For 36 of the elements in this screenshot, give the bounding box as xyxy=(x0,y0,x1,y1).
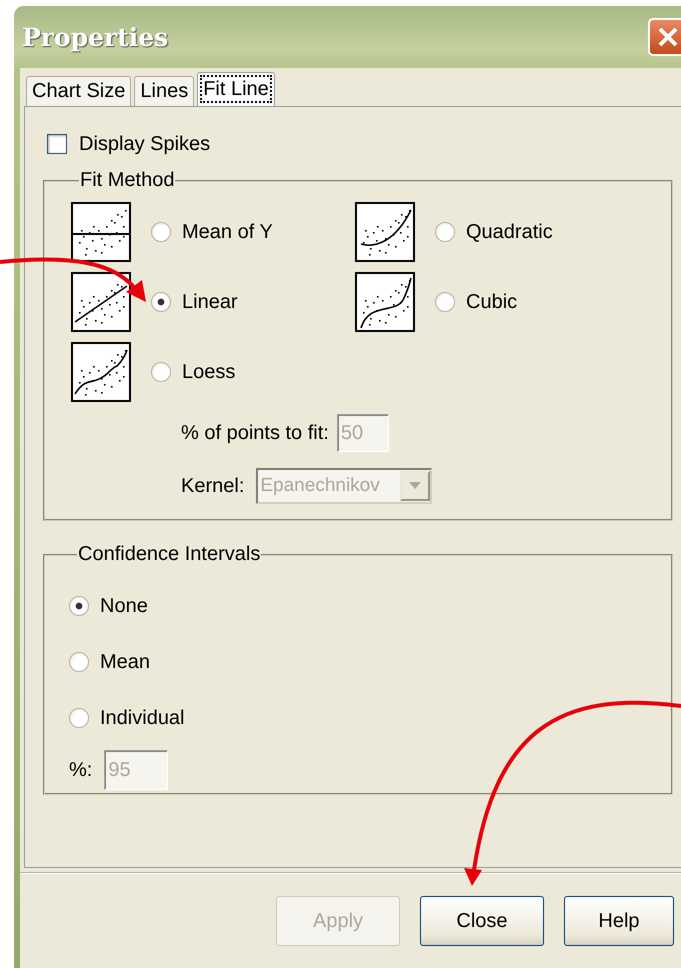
radio-button[interactable] xyxy=(69,652,89,672)
radio-label[interactable]: Linear xyxy=(182,290,238,314)
scatter-plot-icon xyxy=(71,272,131,332)
field-label: %: xyxy=(69,758,92,782)
radio-button[interactable] xyxy=(69,596,89,616)
scatter-plot-icon xyxy=(355,202,415,262)
radio-label[interactable]: Loess xyxy=(182,360,236,384)
tab[interactable]: Chart Size xyxy=(26,76,132,106)
radio-button[interactable] xyxy=(435,222,455,242)
radio-button[interactable] xyxy=(69,708,89,728)
radio-button[interactable] xyxy=(151,362,171,382)
radio-label[interactable]: Mean of Y xyxy=(182,220,273,244)
checkbox-label[interactable]: Display Spikes xyxy=(79,132,210,156)
radio-label[interactable]: Quadratic xyxy=(466,220,553,244)
field-label: Kernel: xyxy=(181,474,244,498)
radio-button[interactable] xyxy=(435,292,455,312)
radio-label[interactable]: None xyxy=(100,594,148,618)
window-title: Properties xyxy=(22,22,168,52)
caret-icon xyxy=(409,482,422,490)
radio-button[interactable] xyxy=(151,222,171,242)
scatter-plot-icon xyxy=(71,342,131,402)
tab[interactable]: Lines xyxy=(134,76,194,106)
scatter-plot-icon xyxy=(355,272,415,332)
group-title: Fit Method xyxy=(79,169,176,192)
radio-button[interactable] xyxy=(151,292,171,312)
checkbox[interactable] xyxy=(47,134,67,154)
field-label: % of points to fit: xyxy=(181,422,329,444)
radio-label[interactable]: Mean xyxy=(100,650,150,674)
group-title: Confidence Intervals xyxy=(77,543,262,566)
tab[interactable]: Fit Line xyxy=(197,72,275,106)
radio-label[interactable]: Cubic xyxy=(466,290,518,314)
scatter-plot-icon xyxy=(71,202,131,262)
radio-label[interactable]: Individual xyxy=(100,706,185,730)
dialog-button[interactable]: Close xyxy=(420,896,544,946)
close-icon[interactable] xyxy=(648,18,681,56)
dialog-button[interactable]: Help xyxy=(564,896,674,946)
